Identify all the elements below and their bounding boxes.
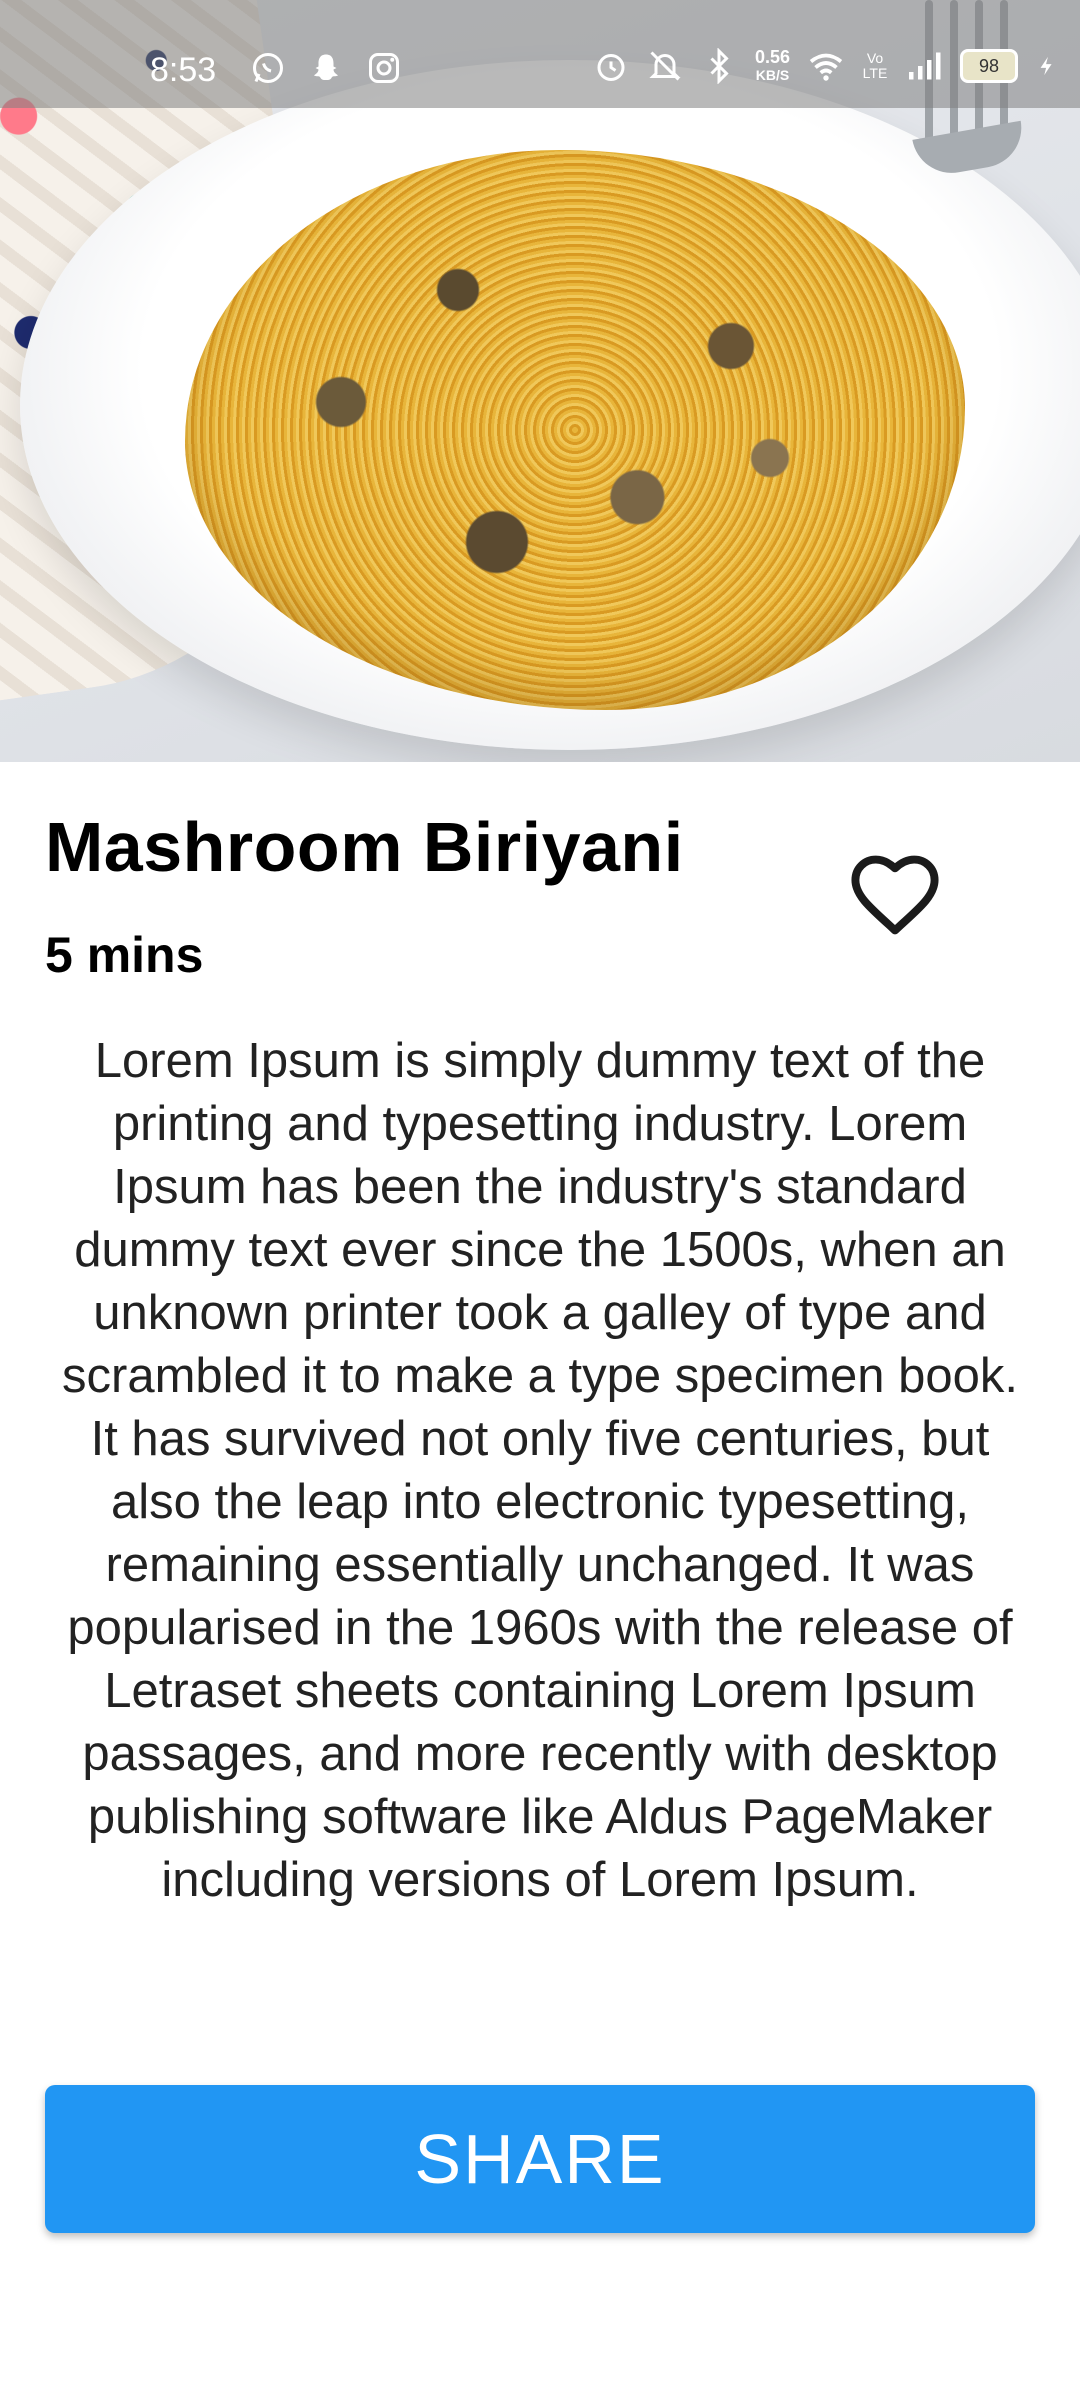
- bluetooth-icon: [710, 48, 729, 84]
- network-speed-unit: KB/S: [755, 67, 790, 83]
- recipe-title: Mashroom Biriyani: [45, 808, 684, 886]
- recipe-duration: 5 mins: [45, 927, 204, 983]
- status-time: 8:53: [150, 51, 217, 89]
- biriyani-rice: [185, 150, 965, 710]
- signal-icon: [909, 52, 941, 80]
- instagram-icon: [369, 53, 399, 83]
- recipe-hero-image: [0, 0, 1080, 762]
- charging-icon: [1040, 56, 1052, 76]
- favorite-button[interactable]: [845, 845, 945, 945]
- mute-icon: [649, 51, 681, 81]
- heart-outline-icon: [851, 855, 939, 935]
- status-bar: 8:53 0.56 KB/S Vo LTE 98: [0, 0, 1080, 108]
- snapchat-icon: [314, 54, 338, 80]
- wifi-icon: [809, 53, 843, 81]
- alarm-icon: [597, 54, 625, 81]
- whatsapp-icon: [253, 53, 283, 83]
- volte-label: Vo LTE: [862, 50, 888, 81]
- share-button[interactable]: SHARE: [45, 2085, 1035, 2233]
- battery-icon: 98: [960, 49, 1018, 83]
- recipe-description: Lorem Ipsum is simply dummy text of the …: [62, 1034, 1018, 1907]
- battery-level: 98: [978, 56, 1000, 76]
- network-speed-value: 0.56: [754, 47, 790, 67]
